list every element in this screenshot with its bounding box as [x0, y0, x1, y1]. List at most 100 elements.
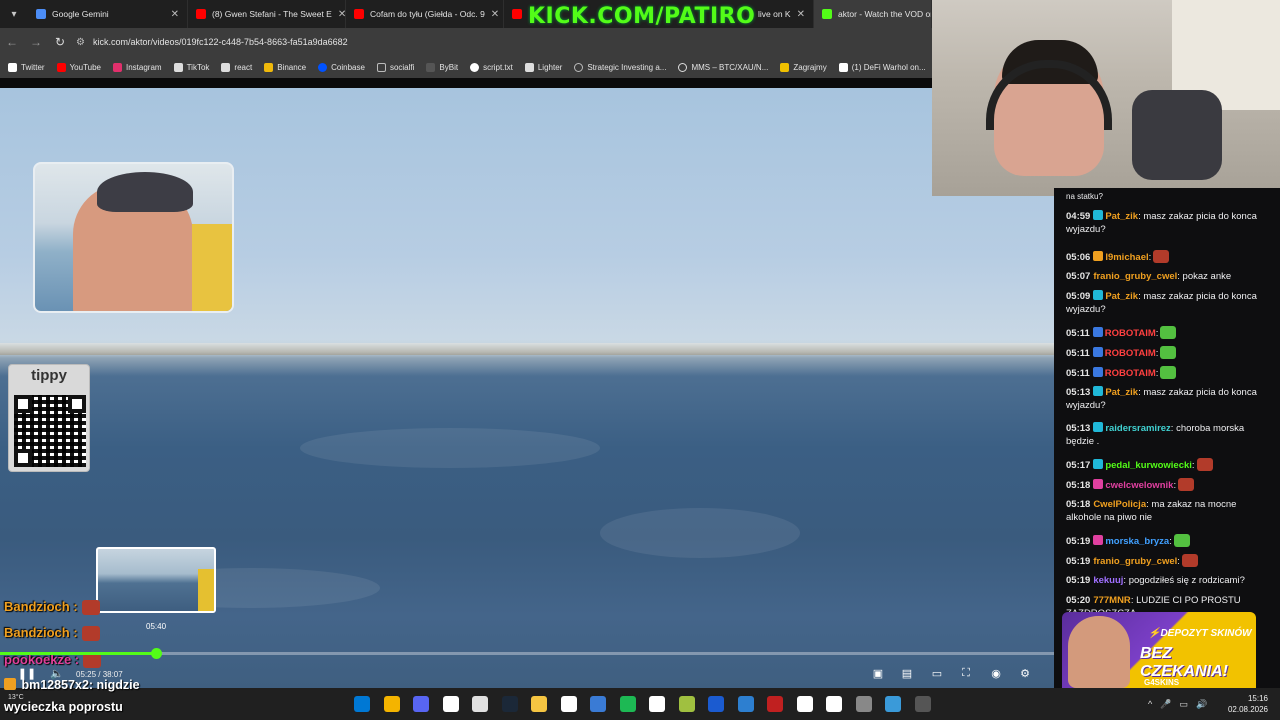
- clock[interactable]: 15:16 02.08.2026: [1228, 693, 1268, 715]
- site-info-icon[interactable]: ⚙: [76, 37, 85, 48]
- chat-username[interactable]: ROBOTAIM: [1105, 328, 1156, 339]
- vscode-icon[interactable]: [708, 696, 724, 712]
- url-text: kick.com/aktor/videos/019fc122-c448-7b54…: [92, 37, 348, 47]
- windows-start-icon[interactable]: [354, 696, 370, 712]
- x-icon: [8, 62, 17, 72]
- steam-icon[interactable]: [501, 696, 518, 712]
- speed-icon[interactable]: ◉: [985, 662, 1007, 684]
- app-icon[interactable]: [590, 696, 606, 712]
- bookmark-coinbase[interactable]: Coinbase: [318, 62, 365, 72]
- tab-label: Google Gemini: [52, 9, 109, 19]
- chat-message: 05:13 Pat_zik: masz zakaz picia do konca …: [1066, 386, 1274, 412]
- folder-icon[interactable]: [531, 696, 547, 712]
- app-icon[interactable]: [885, 696, 901, 712]
- file-icon[interactable]: [442, 696, 459, 712]
- chat-username[interactable]: franio_gruby_cwel: [1093, 556, 1177, 567]
- settings-gear-icon[interactable]: ⚙: [1014, 662, 1036, 684]
- promo-banner[interactable]: ⚡DEPOZYT SKINÓW BEZ CZEKANIA! G4SKINS: [1062, 612, 1256, 694]
- chat-username[interactable]: Pat_zik: [1105, 211, 1138, 222]
- app-icon[interactable]: [826, 696, 842, 712]
- subscriber-badge-icon: [1093, 422, 1104, 432]
- chat-username[interactable]: kekuuj: [1093, 575, 1123, 586]
- bookmark-tiktok[interactable]: TikTok: [173, 62, 209, 72]
- chat-username[interactable]: l9michael: [1105, 252, 1148, 263]
- app-icon[interactable]: [649, 696, 665, 712]
- bookmark-instagram[interactable]: Instagram: [113, 62, 162, 72]
- bookmark-zagrajmy[interactable]: Zagrajmy: [780, 62, 827, 72]
- chat-username[interactable]: morska_bryza: [1105, 536, 1169, 547]
- fullscreen-icon[interactable]: ⛶: [955, 662, 977, 684]
- coinbase-icon: [318, 62, 328, 72]
- chrome-icon[interactable]: [383, 696, 400, 712]
- loading-icon: [574, 62, 584, 72]
- app-icon[interactable]: [767, 696, 783, 712]
- chat-username[interactable]: CwelPolicja: [1093, 499, 1146, 510]
- seek-bar-fill: [0, 652, 156, 655]
- cap: [97, 172, 193, 212]
- bookmark-youtube[interactable]: YouTube: [56, 62, 101, 72]
- bookmark-binance[interactable]: Binance: [264, 62, 306, 72]
- chat-timestamp: 05:18: [1066, 499, 1091, 510]
- pip-icon[interactable]: ▣: [867, 662, 889, 684]
- close-icon[interactable]: ✕: [491, 9, 499, 20]
- settings-icon[interactable]: [855, 696, 872, 712]
- tab-search-icon[interactable]: ▾: [0, 0, 28, 28]
- bookmark-twitter[interactable]: Twitter: [8, 62, 45, 72]
- theater-mode-icon[interactable]: ▭: [926, 662, 948, 684]
- ccleaner-icon[interactable]: [560, 696, 577, 712]
- app-icon[interactable]: [678, 696, 695, 712]
- display-icon[interactable]: ▭: [1179, 699, 1188, 710]
- bookmark-mms[interactable]: MMS – BTC/XAU/N...: [678, 62, 768, 72]
- emote-icon: [83, 653, 102, 669]
- app-icon[interactable]: [737, 696, 754, 712]
- chat-username[interactable]: Pat_zik: [1105, 291, 1138, 302]
- tab-google-gemini[interactable]: Google Gemini ✕: [28, 0, 188, 28]
- reload-icon[interactable]: ↻: [48, 28, 72, 56]
- terminal-icon[interactable]: [914, 696, 931, 712]
- bookmark-script[interactable]: script.txt: [470, 62, 513, 72]
- back-icon[interactable]: ←: [0, 28, 24, 56]
- tab-gwen-stefani[interactable]: (8) Gwen Stefani - The Sweet E ✕: [188, 0, 346, 28]
- bookmark-defi-warhol[interactable]: (1) DeFi Warhol on...: [838, 62, 926, 72]
- close-icon[interactable]: ✕: [338, 9, 345, 20]
- tab-cofam-do-tylu[interactable]: Cofam do tyłu (Giełda - Odc. 9 ✕: [346, 0, 504, 28]
- close-icon[interactable]: ✕: [797, 9, 805, 20]
- chat-timestamp: 05:11: [1066, 348, 1090, 359]
- bookmark-socialfi[interactable]: socialfi: [376, 62, 414, 72]
- chat-username[interactable]: ROBOTAIM: [1105, 348, 1156, 359]
- app-icon[interactable]: [472, 696, 488, 712]
- bookmark-strategic-investing[interactable]: Strategic Investing a...: [574, 62, 666, 72]
- chat-username[interactable]: raidersramirez: [1105, 423, 1170, 434]
- microphone-icon[interactable]: 🎤: [1160, 699, 1171, 710]
- url-field[interactable]: ⚙ kick.com/aktor/videos/019fc122-c448-7b…: [76, 32, 348, 52]
- seek-bar[interactable]: [0, 648, 1054, 659]
- speaker-icon[interactable]: 🔊: [1196, 699, 1207, 710]
- clip-icon[interactable]: ▤: [896, 662, 918, 684]
- bookmark-bybit[interactable]: ByBit: [426, 62, 458, 72]
- chat-message: 05:11 ROBOTAIM:: [1066, 326, 1274, 340]
- bookmark-lighter[interactable]: Lighter: [524, 62, 563, 72]
- spotify-icon[interactable]: [619, 696, 636, 712]
- chat-username[interactable]: franio_gruby_cwel: [1093, 271, 1177, 282]
- discord-icon[interactable]: [413, 696, 429, 712]
- stream-overlay-title: KICK.COM/PATIRO: [528, 4, 756, 29]
- close-icon[interactable]: ✕: [171, 9, 179, 20]
- bookmark-label: Coinbase: [331, 62, 365, 72]
- bookmark-react[interactable]: react: [221, 62, 252, 72]
- chat-username[interactable]: 777MNR: [1093, 595, 1131, 606]
- chat-username[interactable]: ROBOTAIM: [1105, 368, 1156, 379]
- chat-username[interactable]: pedal_kurwowiecki: [1105, 460, 1192, 471]
- overlay-chat-line: Bandzioch :: [4, 625, 100, 642]
- chat-username[interactable]: Pat_zik: [1105, 387, 1138, 398]
- forward-icon[interactable]: →: [24, 28, 48, 56]
- subscriber-badge-icon: [1093, 210, 1104, 220]
- chat-timestamp: 05:20: [1066, 595, 1091, 606]
- tab-aktor-vod[interactable]: aktor - Watch the VOD on: [814, 0, 932, 28]
- chat-message: 05:19 morska_bryza:: [1066, 534, 1274, 548]
- app-icon[interactable]: [796, 696, 813, 712]
- tiktok-icon: [221, 62, 231, 72]
- bookmark-label: Lighter: [537, 62, 563, 72]
- chat-username[interactable]: cwelcwelownik: [1105, 480, 1173, 491]
- chevron-up-icon[interactable]: ^: [1148, 699, 1152, 709]
- seek-bar-handle[interactable]: [150, 648, 162, 659]
